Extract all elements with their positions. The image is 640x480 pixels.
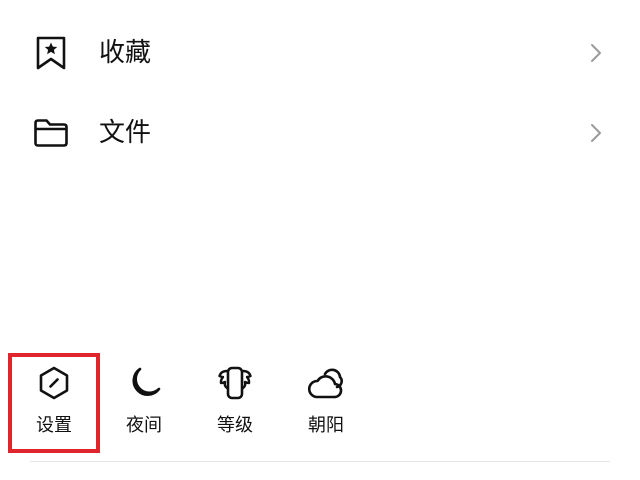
- tool-settings[interactable]: 设置: [16, 361, 92, 445]
- settings-hexagon-icon: [39, 366, 69, 400]
- divider: [30, 461, 610, 462]
- chevron-right-icon: [591, 124, 601, 142]
- screen: 收藏 文件 设置 夜间 等级 朝阳: [0, 0, 640, 480]
- tool-label: 朝阳: [308, 415, 344, 436]
- tool-night-mode[interactable]: 夜间: [106, 361, 182, 445]
- menu-item-label: 文件: [99, 118, 152, 148]
- menu-item-label: 收藏: [99, 38, 152, 68]
- menu-item-files[interactable]: 文件: [0, 93, 640, 173]
- tool-label: 夜间: [126, 415, 162, 436]
- chevron-right-icon: [591, 44, 601, 62]
- bookmark-star-icon: [36, 36, 66, 70]
- quick-tools-bar: 设置 夜间 等级 朝阳: [0, 355, 640, 455]
- tool-level[interactable]: 等级: [197, 361, 273, 445]
- menu-item-favorites[interactable]: 收藏: [0, 13, 640, 93]
- tool-label: 设置: [36, 415, 72, 436]
- level-badge-icon: [218, 366, 252, 400]
- tool-label: 等级: [217, 415, 253, 436]
- moon-icon: [132, 367, 161, 396]
- menu-list: 收藏 文件: [0, 13, 640, 173]
- cloud-sun-icon: [308, 368, 343, 399]
- folder-icon: [34, 119, 68, 147]
- tool-sunrise[interactable]: 朝阳: [288, 361, 364, 445]
